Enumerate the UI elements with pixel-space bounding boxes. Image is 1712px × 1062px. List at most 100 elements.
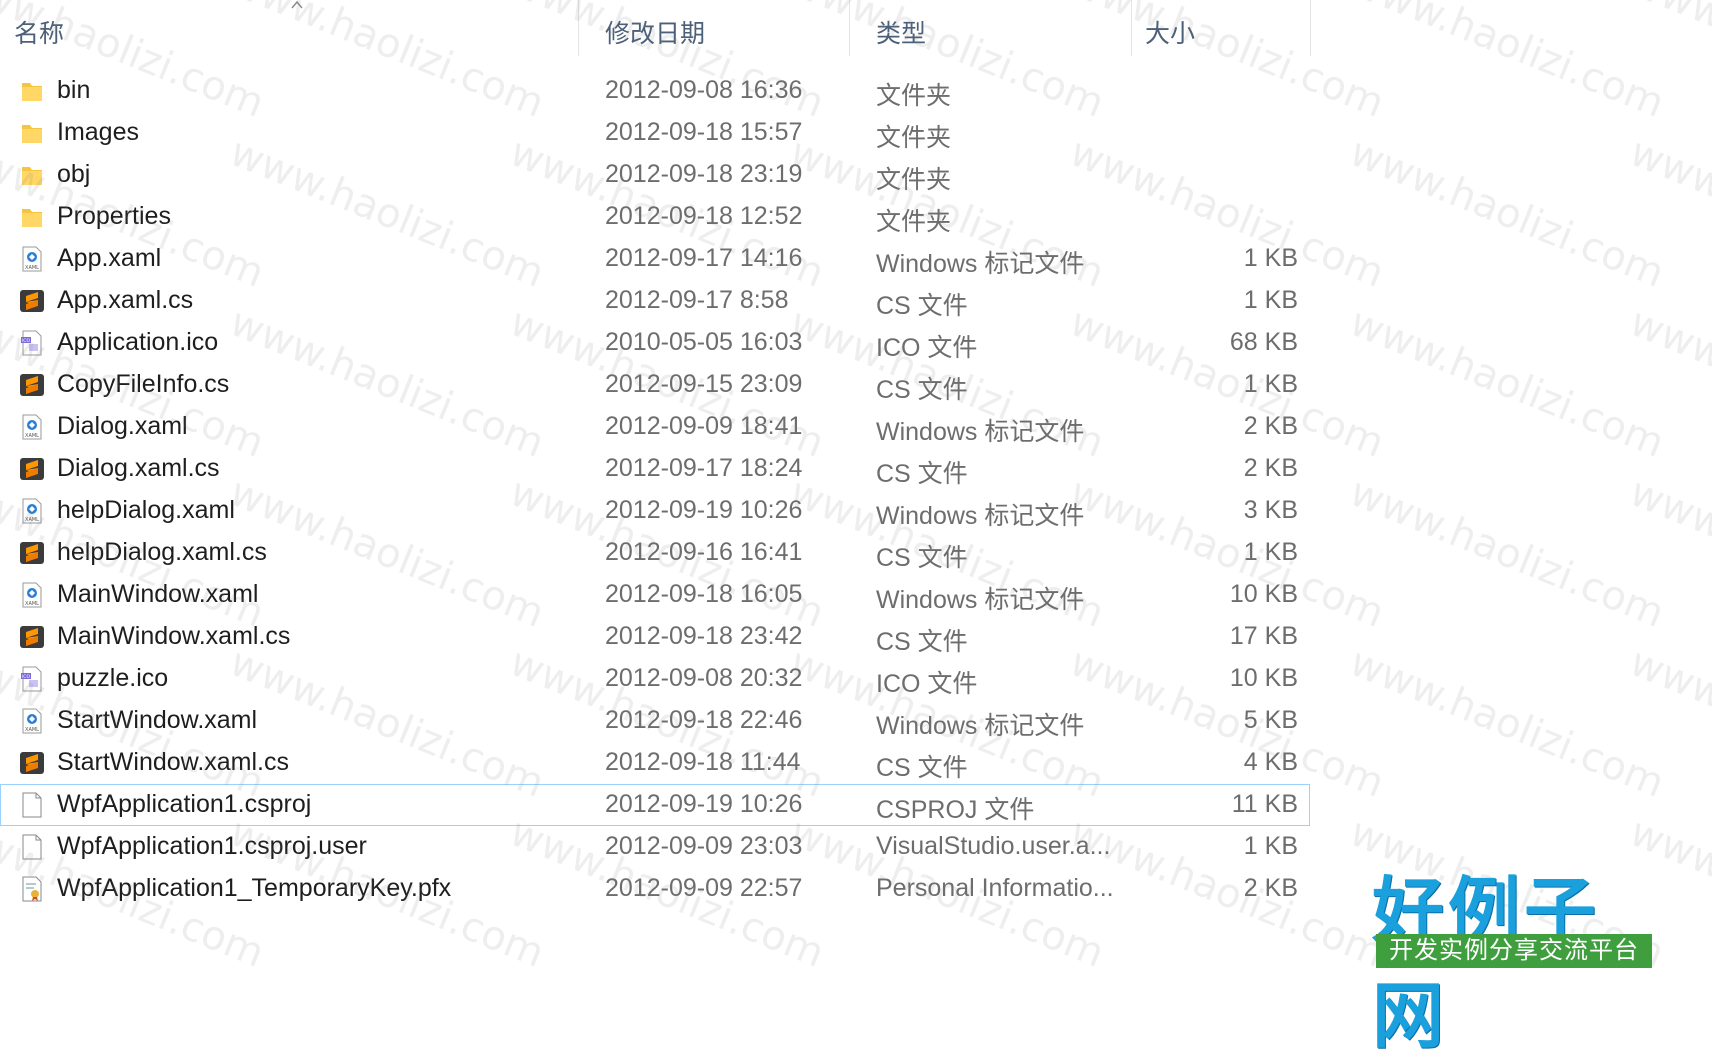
column-header-date[interactable]: 修改日期: [605, 14, 705, 50]
file-date: 2012-09-18 15:57: [605, 118, 803, 146]
file-type: CS 文件: [876, 292, 968, 320]
file-type: Windows 标记文件: [876, 586, 1085, 614]
file-type: 文件夹: [876, 124, 952, 152]
file-size: 11 KB: [1231, 790, 1298, 818]
file-row[interactable]: XAML MainWindow.xaml 2012-09-18 16:05 Windo…: [0, 574, 1310, 616]
column-divider[interactable]: [1310, 0, 1311, 56]
file-size: 2 KB: [1243, 412, 1298, 440]
column-divider[interactable]: [578, 0, 579, 56]
file-type: 文件夹: [876, 208, 952, 236]
file-row[interactable]: XAML helpDialog.xaml 2012-09-19 10:26 Windo…: [0, 490, 1310, 532]
file-row[interactable]: MainWindow.xaml.cs 2012-09-18 23:42 CS 文件 1…: [0, 616, 1310, 658]
file-row[interactable]: helpDialog.xaml.cs 2012-09-16 16:41 CS 文件 1…: [0, 532, 1310, 574]
svg-text:XAML: XAML: [25, 517, 39, 523]
file-row[interactable]: XAML StartWindow.xaml 2012-09-18 22:46 Wind…: [0, 700, 1310, 742]
blank-file-icon: [18, 833, 46, 861]
file-row[interactable]: XAML App.xaml 2012-09-17 14:16 Windows 标记文件…: [0, 238, 1310, 280]
file-date: 2012-09-08 20:32: [605, 664, 803, 692]
file-explorer-list: 名称 修改日期 类型 大小 bin 2012-09-08 16:36 文件夹 Imag…: [0, 0, 1712, 976]
ico-file-icon: ICO: [18, 329, 46, 357]
file-name: Images: [57, 118, 139, 146]
folder-icon: [18, 161, 46, 189]
xaml-file-icon: XAML: [18, 707, 46, 735]
file-date: 2012-09-17 18:24: [605, 454, 803, 482]
file-date: 2012-09-18 12:52: [605, 202, 803, 230]
file-row[interactable]: CopyFileInfo.cs 2012-09-15 23:09 CS 文件 1 KB: [0, 364, 1310, 406]
svg-text:XAML: XAML: [25, 727, 39, 733]
sublime-cs-icon: [18, 623, 46, 651]
file-type: Windows 标记文件: [876, 250, 1085, 278]
file-date: 2012-09-18 22:46: [605, 706, 803, 734]
xaml-file-icon: XAML: [18, 413, 46, 441]
sublime-cs-icon: [18, 287, 46, 315]
file-type: Windows 标记文件: [876, 502, 1085, 530]
file-date: 2012-09-09 22:57: [605, 874, 803, 902]
file-size: 2 KB: [1243, 454, 1298, 482]
column-header-bar: 名称 修改日期 类型 大小: [0, 0, 1320, 62]
xaml-file-icon: XAML: [18, 245, 46, 273]
file-type: ICO 文件: [876, 334, 978, 362]
file-date: 2012-09-08 16:36: [605, 76, 803, 104]
column-header-size[interactable]: 大小: [1145, 14, 1195, 50]
file-type: Personal Informatio...: [876, 874, 1114, 902]
file-type: ICO 文件: [876, 670, 978, 698]
file-name: MainWindow.xaml: [57, 580, 259, 608]
file-name: obj: [57, 160, 91, 188]
file-row[interactable]: WpfApplication1.csproj 2012-09-19 10:26 CS…: [0, 784, 1310, 826]
file-type: CS 文件: [876, 754, 968, 782]
file-row[interactable]: bin 2012-09-08 16:36 文件夹: [0, 70, 1310, 112]
site-logo: 好例子网 开发实例分享交流平台: [1372, 852, 1656, 1058]
file-row[interactable]: Properties 2012-09-18 12:52 文件夹: [0, 196, 1310, 238]
file-name: helpDialog.xaml.cs: [57, 538, 267, 566]
file-date: 2012-09-09 23:03: [605, 832, 803, 860]
file-list: bin 2012-09-08 16:36 文件夹 Images 2012-09-18 1…: [0, 70, 1330, 910]
sublime-cs-icon: [18, 749, 46, 777]
file-row[interactable]: ICO puzzle.ico 2012-09-08 20:32 ICO 文件 10 KB: [0, 658, 1310, 700]
file-type: CS 文件: [876, 460, 968, 488]
file-size: 68 KB: [1229, 328, 1298, 356]
file-size: 5 KB: [1243, 706, 1298, 734]
file-row[interactable]: obj 2012-09-18 23:19 文件夹: [0, 154, 1310, 196]
file-name: WpfApplication1.csproj: [57, 790, 312, 818]
sublime-cs-icon: [18, 539, 46, 567]
column-header-name[interactable]: 名称: [14, 14, 64, 50]
file-type: CS 文件: [876, 376, 968, 404]
folder-icon: [18, 203, 46, 231]
file-name: App.xaml: [57, 244, 162, 272]
file-row[interactable]: ICO Application.ico 2010-05-05 16:03 ICO 文件…: [0, 322, 1310, 364]
file-row[interactable]: WpfApplication1_TemporaryKey.pfx 2012-09-…: [0, 868, 1310, 910]
file-name: CopyFileInfo.cs: [57, 370, 230, 398]
file-date: 2012-09-16 16:41: [605, 538, 803, 566]
file-date: 2012-09-15 23:09: [605, 370, 803, 398]
file-date: 2012-09-18 16:05: [605, 580, 803, 608]
svg-text:XAML: XAML: [25, 601, 39, 607]
file-size: 2 KB: [1243, 874, 1298, 902]
file-size: 17 KB: [1229, 622, 1298, 650]
file-row[interactable]: Images 2012-09-18 15:57 文件夹: [0, 112, 1310, 154]
file-type: Windows 标记文件: [876, 418, 1085, 446]
svg-text:XAML: XAML: [25, 265, 39, 271]
file-row[interactable]: XAML Dialog.xaml 2012-09-09 18:41 Windows 标…: [0, 406, 1310, 448]
folder-icon: [18, 77, 46, 105]
file-type: VisualStudio.user.a...: [876, 832, 1111, 860]
file-name: Dialog.xaml: [57, 412, 188, 440]
column-header-type[interactable]: 类型: [876, 14, 926, 50]
file-row[interactable]: WpfApplication1.csproj.user 2012-09-09 23…: [0, 826, 1310, 868]
file-name: helpDialog.xaml: [57, 496, 235, 524]
column-divider[interactable]: [849, 0, 850, 56]
file-size: 3 KB: [1243, 496, 1298, 524]
file-row[interactable]: App.xaml.cs 2012-09-17 8:58 CS 文件 1 KB: [0, 280, 1310, 322]
column-divider[interactable]: [1131, 0, 1132, 56]
file-row[interactable]: Dialog.xaml.cs 2012-09-17 18:24 CS 文件 2 KB: [0, 448, 1310, 490]
file-name: Dialog.xaml.cs: [57, 454, 220, 482]
file-size: 1 KB: [1243, 286, 1298, 314]
file-name: WpfApplication1_TemporaryKey.pfx: [57, 874, 452, 902]
file-date: 2012-09-17 8:58: [605, 286, 789, 314]
file-date: 2010-05-05 16:03: [605, 328, 803, 356]
file-row[interactable]: StartWindow.xaml.cs 2012-09-18 11:44 CS 文件…: [0, 742, 1310, 784]
file-size: 1 KB: [1243, 538, 1298, 566]
file-date: 2012-09-18 23:42: [605, 622, 803, 650]
sort-ascending-icon: [291, 0, 303, 9]
file-size: 1 KB: [1243, 244, 1298, 272]
ico-file-icon: ICO: [18, 665, 46, 693]
